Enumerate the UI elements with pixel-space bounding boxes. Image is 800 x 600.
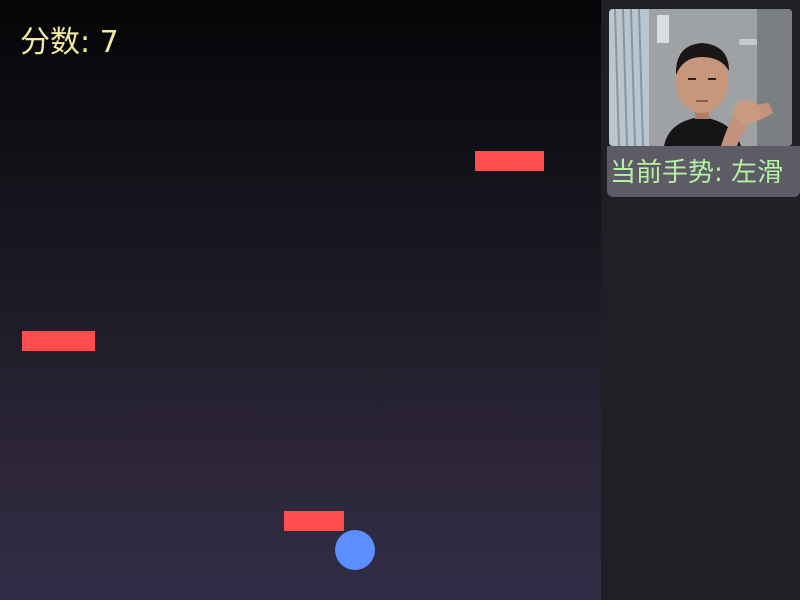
obstacle-block: [22, 331, 95, 351]
gesture-label: 当前手势: 左滑: [610, 158, 784, 188]
webcam-image: [609, 9, 792, 146]
gesture-status: 当前手势: 左滑: [607, 146, 800, 197]
obstacle-block: [475, 151, 544, 171]
webcam-feed: [609, 9, 792, 146]
side-panel: 当前手势: 左滑: [601, 0, 800, 600]
game-area: 分数: 7: [0, 0, 601, 600]
score-label: 分数: 7: [20, 25, 119, 60]
player-ball: [335, 530, 375, 570]
obstacle-block: [284, 511, 344, 531]
